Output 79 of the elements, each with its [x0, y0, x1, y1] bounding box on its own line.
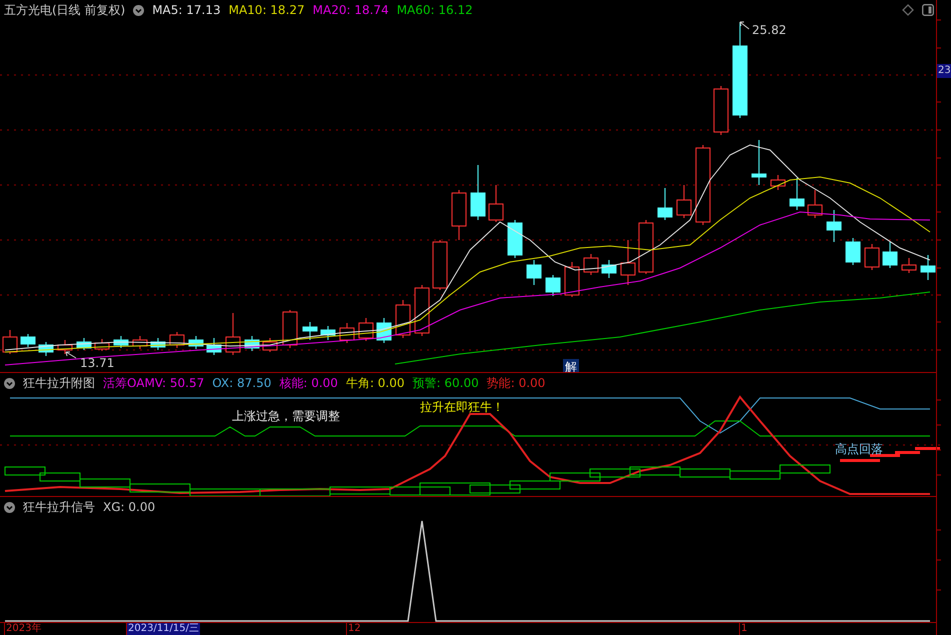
candlestick — [526, 260, 542, 286]
candlestick — [20, 334, 36, 348]
panel-toggle-icon[interactable] — [922, 4, 934, 16]
candlestick — [94, 338, 110, 352]
indicator-value: MA10: 18.27 — [228, 4, 305, 16]
price-axis-label: 23 — [937, 64, 951, 78]
candlestick — [752, 140, 766, 186]
candlestick — [864, 244, 880, 270]
candlestick — [470, 164, 486, 220]
candlestick — [676, 184, 692, 218]
candlestick — [564, 262, 580, 298]
candlestick — [452, 190, 466, 240]
candlestick — [302, 322, 318, 340]
candlestick — [226, 312, 240, 356]
candlestick — [638, 220, 654, 274]
leader-line — [66, 352, 76, 358]
candlestick — [790, 178, 804, 210]
candlestick — [76, 338, 92, 350]
candlestick — [846, 238, 860, 266]
candlestick — [882, 242, 898, 268]
candlestick — [206, 338, 222, 356]
candlestick — [808, 190, 822, 218]
candlestick — [770, 174, 786, 190]
indicator-value: 势能: 0.00 — [486, 377, 546, 389]
dropdown-circle-icon[interactable] — [133, 4, 144, 16]
indicator-value: MA20: 18.74 — [312, 4, 389, 16]
time-axis-label: 1 — [739, 623, 748, 635]
candlestick — [902, 258, 916, 274]
candlestick — [376, 318, 392, 344]
candlestick — [432, 240, 448, 290]
candlestick — [358, 318, 374, 342]
candlestick — [340, 322, 354, 344]
chart-annotation: 高点回落 — [835, 443, 883, 455]
indicator-value: OX: 87.50 — [212, 377, 272, 389]
candlestick — [282, 310, 298, 348]
time-axis-label: 12 — [346, 623, 362, 635]
candlestick — [188, 336, 204, 350]
dropdown-circle-icon[interactable] — [4, 378, 15, 388]
indicator-value: MA5: 17.13 — [152, 4, 221, 16]
chart-annotation: 上涨过急，需要调整 — [232, 410, 340, 422]
chart-annotation: 拉升在即狂牛！ — [420, 401, 504, 413]
indicator-value: 核能: 0.00 — [279, 377, 338, 389]
candlestick — [508, 220, 522, 258]
candlestick — [170, 332, 184, 348]
leader-line — [740, 22, 750, 30]
candlestick — [714, 86, 728, 136]
indicator-title: 狂牛拉升信号 — [23, 501, 95, 513]
chart-title: 五方光电(日线 前复权) — [4, 4, 126, 16]
indicator-value: 活筹OAMV: 50.57 — [103, 377, 204, 389]
low-price-label: 13.71 — [80, 356, 114, 370]
indicator-value: MA60: 16.12 — [396, 4, 473, 16]
candlestick — [620, 240, 636, 286]
candlestick — [414, 284, 430, 336]
candlestick — [114, 336, 128, 348]
candlestick — [58, 340, 72, 354]
time-axis-label: 2023/11/15/三 — [126, 623, 200, 635]
candlestick — [38, 342, 54, 356]
dropdown-circle-icon[interactable] — [4, 502, 15, 512]
candlestick — [132, 336, 148, 350]
candlestick — [920, 254, 936, 280]
candlestick — [244, 336, 260, 352]
candlestick — [546, 274, 560, 296]
candlestick — [2, 330, 18, 354]
candlestick — [658, 188, 672, 220]
candlestick — [826, 210, 842, 242]
indicator-value: XG: 0.00 — [103, 501, 156, 513]
candlestick — [488, 184, 504, 222]
indicator-value: 牛角: 0.00 — [346, 377, 405, 389]
diamond-icon[interactable] — [902, 4, 914, 16]
time-axis-label: 2023年 — [4, 623, 42, 635]
candlestick — [602, 260, 616, 278]
candlestick — [396, 300, 410, 338]
indicator-title: 狂牛拉升附图 — [23, 377, 95, 389]
indicator-value: 预警: 60.00 — [412, 377, 479, 389]
high-price-label: 25.82 — [752, 23, 786, 37]
candlestick — [584, 254, 598, 276]
candlestick — [320, 326, 336, 340]
candlestick — [262, 338, 278, 352]
candlestick — [150, 338, 166, 350]
